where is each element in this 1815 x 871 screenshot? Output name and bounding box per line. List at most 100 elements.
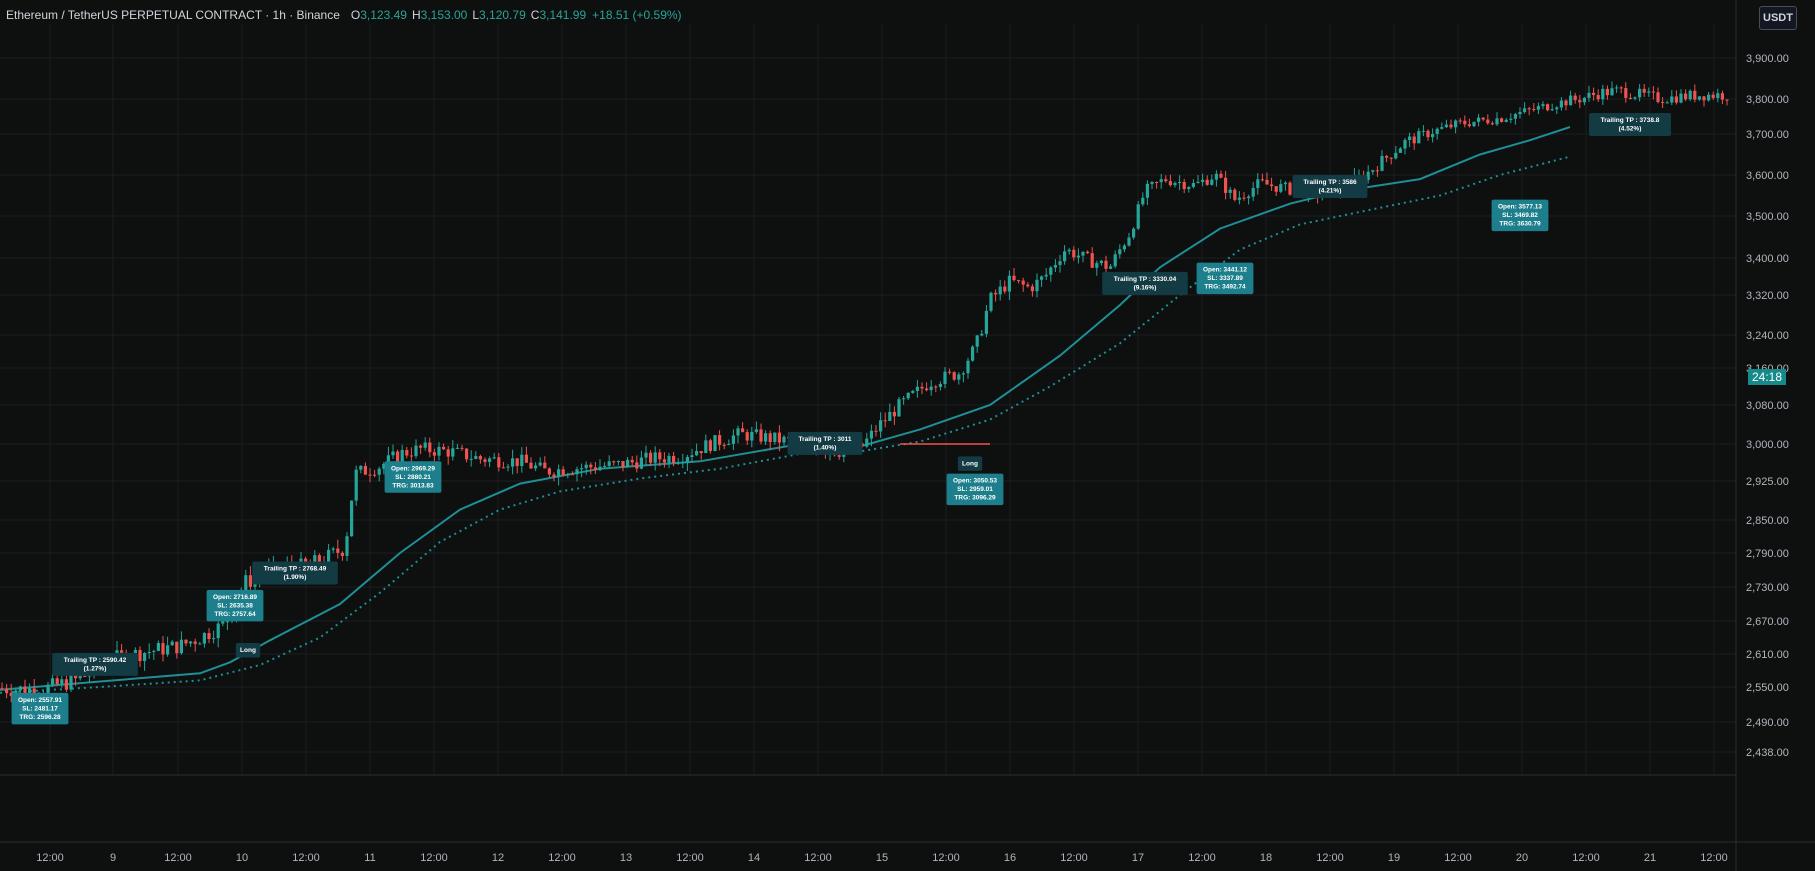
trade-annotation[interactable]: Long: [235, 643, 261, 658]
candle-body: [350, 500, 354, 537]
candle-body: [667, 455, 671, 463]
currency-button[interactable]: USDT: [1759, 6, 1797, 30]
annotation-text: SL: 3337.89: [1207, 275, 1243, 282]
candle-body: [695, 451, 699, 456]
annotation-text: (4.21%): [1319, 188, 1342, 195]
candle-body: [731, 435, 735, 444]
candle-body: [138, 649, 142, 662]
candle-body: [78, 676, 82, 679]
candle-body: [1596, 95, 1600, 100]
candle-body: [248, 575, 252, 587]
candle-body: [538, 462, 542, 466]
annotation-text: TRG: 3630.79: [1499, 221, 1541, 228]
candle-body: [1421, 130, 1425, 132]
candle-body: [1191, 183, 1195, 188]
price-axis-label: 3,900.00: [1746, 53, 1789, 65]
candle-body: [777, 432, 781, 443]
trade-annotation[interactable]: Open: 3577.13SL: 3469.82 TRG: 3630.79: [1491, 199, 1549, 232]
chart-window: Ethereum / TetherUS PERPETUAL CONTRACT ·…: [0, 0, 1815, 871]
candle-body: [1067, 249, 1071, 252]
annotation-text: Trailing TP : 3586: [1303, 179, 1357, 186]
trade-annotation[interactable]: Long: [957, 456, 983, 471]
candle-body: [639, 457, 643, 469]
candle-body: [1053, 264, 1057, 268]
candle-body: [759, 429, 763, 442]
candle-body: [925, 388, 929, 391]
time-axis-label: 12:00: [1188, 852, 1216, 864]
candle-body: [635, 462, 639, 469]
annotation-text: Open: 2969.29: [391, 465, 435, 472]
candle-body: [1214, 173, 1218, 180]
candle-body: [483, 459, 487, 462]
candle-body: [1109, 266, 1113, 269]
trade-annotation[interactable]: Open: 2716.89SL: 2635.38 TRG: 2757.64: [206, 589, 264, 622]
annotation-text: TRG: 2596.28: [19, 714, 61, 721]
candle-body: [1518, 112, 1522, 115]
candle-body: [442, 446, 446, 450]
candle-body: [1417, 131, 1421, 144]
trade-annotation[interactable]: Trailing TP : 2768.49(1.90%): [252, 561, 338, 585]
candle-body: [915, 386, 919, 391]
candle-body: [1021, 280, 1025, 285]
price-axis-label: 2,790.00: [1746, 548, 1789, 560]
trade-annotation[interactable]: Open: 3050.53SL: 2959.01 TRG: 3096.29: [946, 473, 1004, 506]
candle-body: [336, 548, 340, 553]
candle-body: [1256, 179, 1260, 188]
candle-body: [1251, 187, 1255, 197]
candle-body: [1725, 99, 1729, 101]
candle-body: [1385, 156, 1389, 158]
candle-body: [1463, 120, 1467, 125]
annotation-text: (1.90%): [284, 574, 307, 581]
price-axis-label: 3,800.00: [1746, 94, 1789, 106]
time-axis-label: 14: [748, 852, 760, 864]
candle-body: [690, 455, 694, 458]
candle-body: [1063, 251, 1067, 262]
candle-body: [598, 466, 602, 471]
time-axis-label: 13: [620, 852, 632, 864]
candle-body: [754, 429, 758, 432]
candle-body: [902, 398, 906, 400]
trade-annotation[interactable]: Open: 2557.91SL: 2481.17 TRG: 2596.28: [11, 692, 69, 725]
price-chart[interactable]: 3,900.00 3,800.00 3,700.00 3,600.00 3,500.00…: [0, 0, 1815, 871]
candle-body: [1546, 104, 1550, 111]
trade-annotation[interactable]: Trailing TP : 3586 (4.21%): [1292, 175, 1368, 198]
candle-body: [1095, 263, 1099, 268]
candle-body: [55, 678, 59, 685]
time-axis-label: 12:00: [36, 852, 64, 864]
trade-annotation[interactable]: Open: 2969.29 SL: 2880.21TRG: 3013.83: [384, 461, 442, 493]
candle-body: [511, 458, 515, 467]
candle-body: [423, 442, 427, 448]
candle-body: [1454, 120, 1458, 128]
candle-body: [120, 650, 124, 653]
candle-body: [1481, 117, 1485, 120]
price-axis-label: 3,700.00: [1746, 129, 1789, 141]
trade-annotation[interactable]: Trailing TP : 3738.8 (4.52%): [1589, 113, 1671, 136]
price-axis-label: 3,600.00: [1746, 170, 1789, 182]
time-axis-label: 12:00: [1316, 852, 1344, 864]
candle-body: [1017, 280, 1021, 282]
candle-body: [1564, 100, 1568, 106]
candle-body: [1532, 109, 1536, 111]
candle-body: [934, 386, 938, 388]
annotation-text: Open: 3050.53: [953, 478, 997, 485]
candle-body: [566, 474, 570, 476]
trade-annotation[interactable]: Trailing TP : 2590.42(1.27%): [52, 652, 138, 676]
annotation-text: SL: 2959.01: [957, 486, 993, 493]
time-axis-label: 20: [1516, 852, 1528, 864]
candle-body: [1403, 140, 1407, 149]
candle-body: [1168, 181, 1172, 186]
candle-body: [1012, 275, 1016, 281]
candle-body: [658, 452, 662, 460]
price-axis-label: 3,080.00: [1746, 400, 1789, 412]
trade-annotation[interactable]: Trailing TP : 3011(1.40%): [787, 431, 863, 455]
candle-body: [501, 467, 505, 469]
trade-annotation[interactable]: Trailing TP : 3330.04(9.16%): [1102, 271, 1188, 295]
candle-body: [409, 455, 413, 457]
candle-body: [1076, 255, 1080, 258]
candle-body: [1219, 173, 1223, 178]
trade-annotation[interactable]: Open: 3441.12SL: 3337.89 TRG: 3492.74: [1196, 262, 1254, 295]
candle-body: [1587, 92, 1591, 98]
candle-body: [497, 457, 501, 468]
candle-body: [460, 447, 464, 449]
time-axis-label: 12:00: [1444, 852, 1472, 864]
